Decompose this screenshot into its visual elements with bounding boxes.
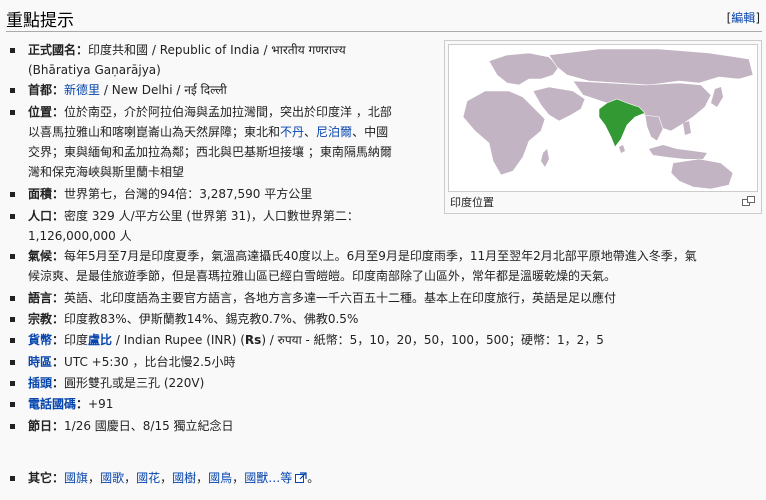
map-image[interactable] — [448, 44, 758, 192]
list-item-phone: 電話國碼：+91 — [10, 394, 762, 414]
currency-key-link[interactable]: 貨幣 — [28, 333, 52, 347]
map-caption: 印度位置 — [450, 196, 494, 209]
list-item-area: 面積：世界第七，台灣的94倍：3,287,590 平方公里 — [10, 184, 440, 204]
area-key: 面積 — [28, 187, 53, 201]
religion-value: 印度教83%、伊斯蘭教14%、錫克教0.7%、佛教0.5% — [64, 312, 359, 326]
location-line-2: 以喜馬拉雅山和喀喇崑崙山為天然屏障；東北和 — [28, 125, 281, 139]
infobox: 重點提示 [編輯] 印度位置 正式國名：印度共和國 / Republic of … — [0, 0, 766, 500]
population-line-2: 1,126,000,000 人 — [28, 229, 132, 243]
national-tree-link[interactable]: 國樹 — [172, 471, 196, 485]
list-item-religion: 宗教：印度教83%、伊斯蘭教14%、錫克教0.7%、佛教0.5% — [10, 309, 762, 329]
religion-key: 宗教 — [28, 312, 53, 326]
language-value: 英語、北印度語為主要官方語言，各地方言多達一千六百五十二種。基本上在印度旅行，英… — [64, 291, 617, 305]
timezone-key-link[interactable]: 時區 — [28, 355, 52, 369]
list-item-population: 人口：密度 329 人/平方公里 (世界第 31)，人口數世界第二： 1,126… — [10, 206, 440, 246]
list-item-other: 其它：國旗，國歌，國花，國樹，國鳥，國獸…等。 — [10, 468, 762, 488]
plug-key-link[interactable]: 插頭 — [28, 376, 52, 390]
section-heading: 重點提示 — [6, 11, 74, 31]
currency-value-3: ) / रुपया - 紙幣：5，10，20，50，100，500；硬幣：1，2… — [261, 333, 604, 347]
location-line-2-end: 、中國 — [352, 125, 389, 139]
list-item-holiday: 節日：1/26 國慶日、8/15 獨立紀念日 — [10, 416, 762, 436]
capital-link[interactable]: 新德里 — [64, 83, 100, 97]
list-item-currency: 貨幣：印度盧比 / Indian Rupee (INR) (Rs) / रुपय… — [10, 330, 762, 350]
list-item-plug: 插頭：圓形雙孔或是三孔 (220V) — [10, 373, 762, 393]
national-bird-link[interactable]: 國鳥 — [208, 471, 232, 485]
list-item-official-name: 正式國名：印度共和國 / Republic of India / भारतीय … — [10, 40, 440, 80]
list-item-timezone: 時區：UTC +5:30 ，比台北慢2.5小時 — [10, 352, 762, 372]
currency-value-1: 印度 — [64, 333, 89, 347]
climate-line-2: 候涼爽、是最佳旅遊季節，但是喜瑪拉雅山區已經白雪皚皚。印度南部除了山區外，常年都… — [28, 269, 617, 283]
anthem-link[interactable]: 國歌 — [100, 471, 124, 485]
national-flower-link[interactable]: 國花 — [136, 471, 160, 485]
map-thumbnail: 印度位置 — [444, 40, 762, 214]
capital-key: 首都 — [28, 83, 53, 97]
capital-value: / New Delhi / नई दिल्ली — [100, 83, 227, 97]
list-item-capital: 首都：新德里 / New Delhi / नई दिल्ली — [10, 80, 440, 100]
other-key: 其它 — [28, 471, 53, 485]
flag-link[interactable]: 國旗 — [64, 471, 88, 485]
location-separator: 、 — [304, 125, 317, 139]
population-line-1: 密度 329 人/平方公里 (世界第 31)，人口數世界第二： — [64, 209, 359, 223]
nepal-link[interactable]: 尼泊爾 — [316, 125, 352, 139]
location-line-4: 灣和保克海峽與斯里蘭卡相望 — [28, 165, 185, 179]
heading-divider — [6, 31, 762, 32]
india-location-map — [449, 45, 757, 191]
list-item-location: 位置：位於南亞，介於阿拉伯海與孟加拉灣間，突出於印度洋 ，北部 以喜馬拉雅山和喀… — [10, 102, 440, 182]
climate-key: 氣候 — [28, 249, 53, 263]
enlarge-icon[interactable] — [742, 196, 755, 206]
phone-key-link[interactable]: 電話國碼 — [28, 397, 76, 411]
bhutan-link[interactable]: 不丹 — [280, 125, 304, 139]
list-item-climate: 氣候：每年5月至7月是印度夏季，氣溫高達攝氏40度以上。6月至9月是印度雨季，1… — [10, 246, 762, 286]
official-name-key: 正式國名 — [28, 43, 77, 57]
phone-value: +91 — [88, 397, 114, 411]
location-key: 位置 — [28, 105, 53, 119]
edit-link-wrapper: [編輯] — [726, 11, 760, 25]
external-link-icon[interactable] — [295, 472, 307, 483]
edit-link[interactable]: 編輯 — [731, 11, 755, 25]
population-key: 人口 — [28, 209, 53, 223]
plug-value: 圓形雙孔或是三孔 (220V) — [64, 376, 205, 390]
national-animal-link[interactable]: 國獸…等 — [244, 471, 292, 485]
timezone-value: UTC +5:30 ，比台北慢2.5小時 — [64, 355, 236, 369]
currency-symbol: Rs — [244, 333, 262, 347]
holiday-value: 1/26 國慶日、8/15 獨立紀念日 — [64, 419, 234, 433]
currency-value-2: / Indian Rupee (INR) ( — [112, 333, 245, 347]
official-name-value: 印度共和國 / Republic of India / भारतीय गणराज… — [88, 43, 346, 57]
area-value: 世界第七，台灣的94倍：3,287,590 平方公里 — [64, 187, 313, 201]
list-item-language: 語言：英語、北印度語為主要官方語言，各地方言多達一千六百五十二種。基本上在印度旅… — [10, 288, 762, 308]
rupee-link[interactable]: 盧比 — [88, 333, 112, 347]
official-name-romanized: (Bhāratiya Gaṇarājya) — [28, 63, 161, 77]
location-line-3: 交界；東與緬甸和孟加拉為鄰；西北與巴基斯坦接壤 ；東南隔馬納爾 — [28, 145, 392, 159]
holiday-key: 節日 — [28, 419, 53, 433]
climate-line-1: 每年5月至7月是印度夏季，氣溫高達攝氏40度以上。6月至9月是印度雨季，11月至… — [64, 249, 697, 263]
location-line-1: 位於南亞，介於阿拉伯海與孟加拉灣間，突出於印度洋 ，北部 — [64, 105, 392, 119]
language-key: 語言 — [28, 291, 53, 305]
